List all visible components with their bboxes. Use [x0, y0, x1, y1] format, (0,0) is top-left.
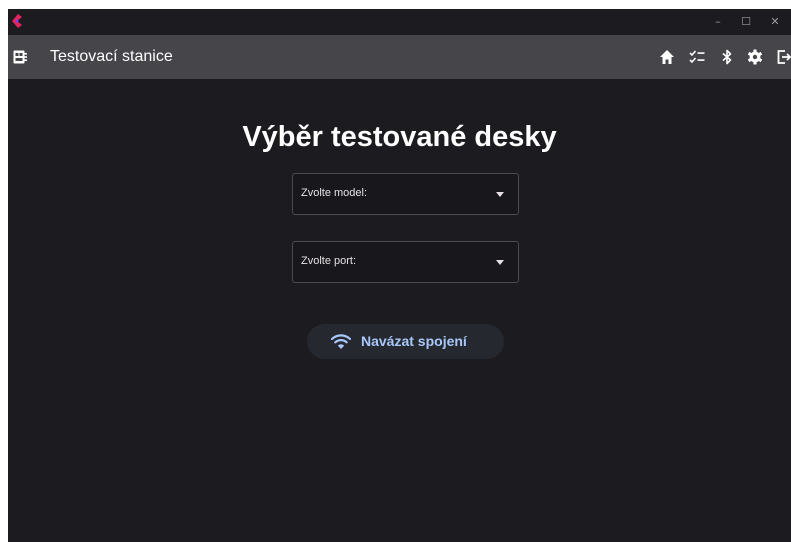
- minimize-button[interactable]: –: [705, 9, 731, 35]
- connect-button-label: Navázat spojení: [361, 333, 467, 349]
- wifi-icon: [331, 334, 351, 349]
- chevron-down-icon: [496, 260, 504, 265]
- chevron-down-icon: [496, 192, 504, 197]
- bluetooth-button[interactable]: [718, 48, 736, 66]
- home-button[interactable]: [658, 48, 676, 66]
- port-select-label: Zvolte port:: [301, 255, 357, 267]
- main-content: Výběr testované desky Zvolte model: Zvol…: [8, 79, 791, 542]
- home-icon: [660, 50, 674, 64]
- app-bar: Testovací stanice: [8, 35, 791, 79]
- developer-board-icon: [13, 50, 27, 64]
- close-button[interactable]: ✕: [762, 9, 788, 35]
- settings-button[interactable]: [746, 48, 764, 66]
- settings-icon: [747, 49, 763, 65]
- bluetooth-icon: [722, 49, 732, 65]
- checklist-button[interactable]: [688, 48, 706, 66]
- checklist-icon: [689, 50, 705, 64]
- connect-button[interactable]: Navázat spojení: [307, 324, 504, 359]
- maximize-button[interactable]: ☐: [733, 9, 759, 35]
- logout-button[interactable]: [775, 48, 791, 66]
- app-window: – ☐ ✕ Testovací stanice Výběr testované …: [8, 9, 791, 542]
- model-select[interactable]: Zvolte model:: [292, 173, 519, 215]
- port-select[interactable]: Zvolte port:: [292, 241, 519, 283]
- page-title: Výběr testované desky: [242, 121, 557, 153]
- model-select-label: Zvolte model:: [301, 187, 368, 199]
- app-title: Testovací stanice: [50, 48, 173, 65]
- app-logo-icon: [12, 14, 22, 28]
- logout-icon: [777, 50, 791, 64]
- window-titlebar[interactable]: – ☐ ✕: [8, 9, 791, 35]
